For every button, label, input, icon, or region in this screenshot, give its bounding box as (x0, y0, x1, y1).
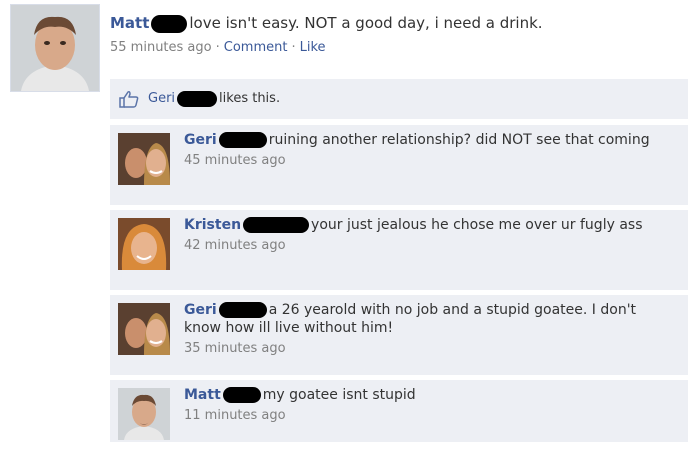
commenter-avatar[interactable] (118, 388, 170, 440)
comment-item: Geri a 26 yearold with no job and a stupi… (110, 295, 688, 375)
redaction-bar (243, 217, 310, 233)
comment-author[interactable]: Geri (184, 132, 217, 148)
comment-body: Geri a 26 yearold with no job and a stupi… (184, 301, 674, 358)
likes-bar: Geri likes this. (110, 79, 688, 120)
redaction-bar (222, 387, 261, 403)
redaction-bar (218, 132, 267, 148)
comment-link[interactable]: Comment (224, 40, 288, 55)
comment-timestamp: 45 minutes ago (184, 153, 286, 168)
post-timestamp[interactable]: 55 minutes ago (110, 40, 212, 55)
likes-label: likes this. (219, 91, 281, 106)
comment-text: ruining another relationship? did NOT se… (268, 132, 650, 148)
commenter-avatar[interactable] (118, 218, 170, 270)
liker-name[interactable]: Geri (148, 91, 175, 106)
comment-timestamp: 35 minutes ago (184, 341, 286, 356)
comment-item: Kristen your just jealous he chose me ove… (110, 210, 688, 290)
comment-text: my goatee isnt stupid (262, 387, 416, 403)
redaction-bar (151, 14, 188, 33)
redaction-bar (177, 90, 218, 107)
comment-body: Matt my goatee isnt stupid 11 minutes ago (184, 386, 674, 425)
comment-item: Matt my goatee isnt stupid 11 minutes ago (110, 380, 688, 442)
comment-text: your just jealous he chose me over ur fu… (311, 217, 643, 233)
comment-author[interactable]: Kristen (184, 217, 241, 233)
post-author-avatar[interactable] (10, 4, 100, 92)
status-post: Matt love isn't easy. NOT a good day, i n… (110, 12, 690, 58)
comment-timestamp: 11 minutes ago (184, 408, 286, 423)
feedback-box: Geri likes this. Geri ruining another rela… (110, 79, 688, 452)
comment-author[interactable]: Geri (184, 302, 217, 318)
comment-body: Geri ruining another relationship? did NO… (184, 131, 674, 170)
likes-summary: Geri likes this. (148, 89, 280, 109)
meta-separator: · (215, 40, 220, 55)
post-meta: 55 minutes ago · Comment · Like (110, 38, 690, 58)
post-author-name[interactable]: Matt (110, 14, 149, 32)
comment-item: Geri ruining another relationship? did NO… (110, 125, 688, 205)
commenter-avatar[interactable] (118, 303, 170, 355)
comment-timestamp: 42 minutes ago (184, 238, 286, 253)
comment-body: Kristen your just jealous he chose me ove… (184, 216, 674, 255)
meta-separator: · (291, 40, 296, 55)
status-line: Matt love isn't easy. NOT a good day, i n… (110, 12, 690, 34)
redaction-bar (218, 302, 267, 318)
commenter-avatar[interactable] (118, 133, 170, 185)
status-text: love isn't easy. NOT a good day, i need … (189, 14, 543, 32)
thumbs-up-icon (118, 90, 140, 108)
comment-author[interactable]: Matt (184, 387, 221, 403)
like-link[interactable]: Like (300, 40, 326, 55)
